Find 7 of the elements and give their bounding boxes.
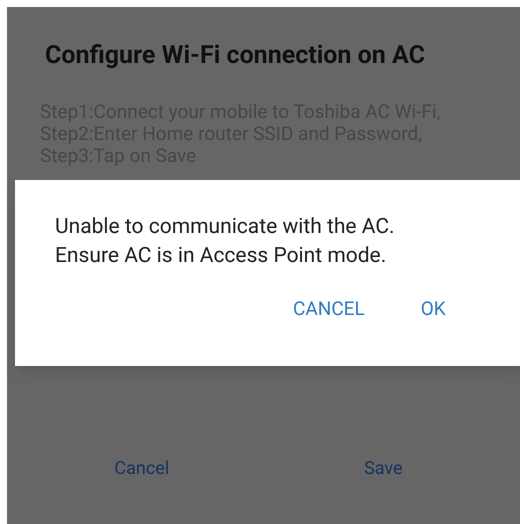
dialog-message: Ensure AC is in Access Point mode. [55, 243, 386, 270]
dialog-message: Unable to communicate with the AC. [55, 214, 395, 241]
dialog-button[interactable]: CANCEL [285, 291, 373, 328]
screen-button[interactable]: Cancel [106, 455, 178, 482]
dialog-button[interactable]: OK [412, 291, 454, 328]
screen-button[interactable]: Save [356, 455, 411, 482]
screen-title: Configure Wi-Fi connection on AC [45, 40, 425, 72]
